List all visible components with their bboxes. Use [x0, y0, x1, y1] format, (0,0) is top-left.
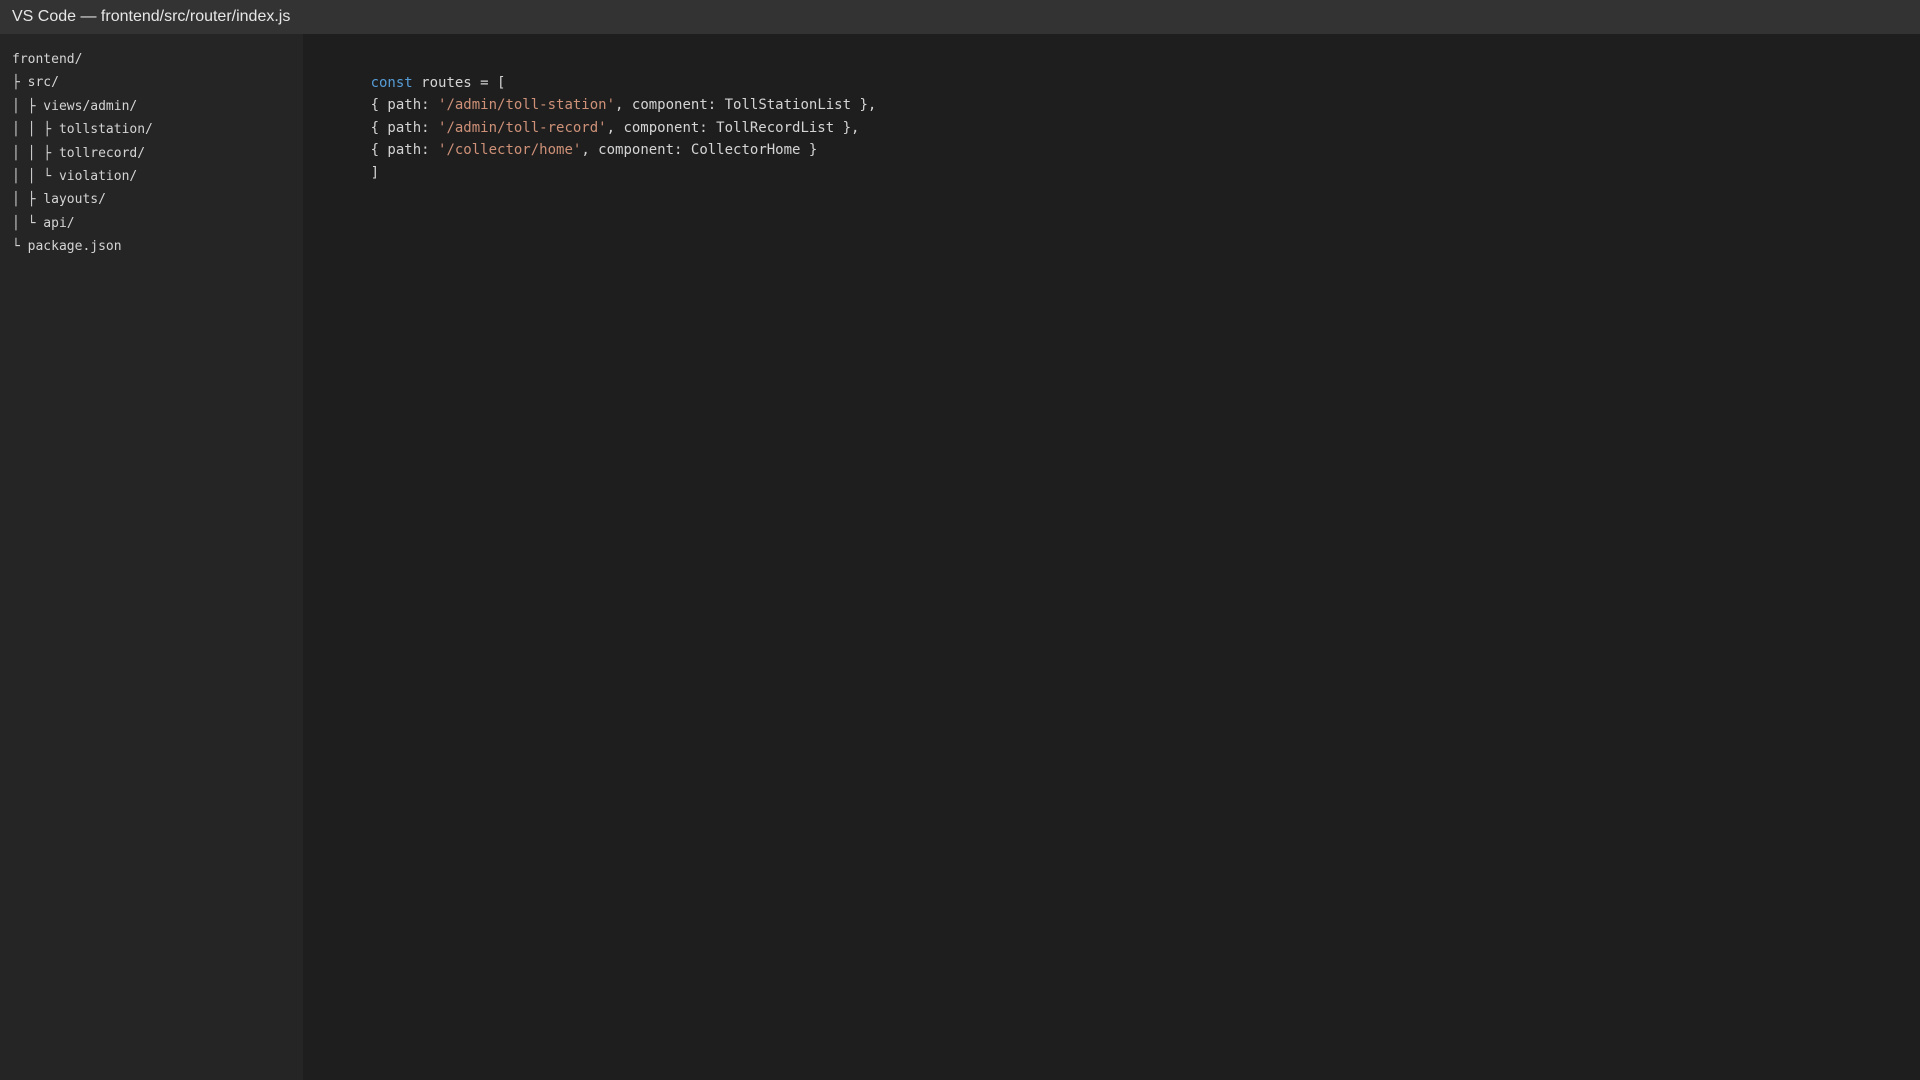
code-text: { path: — [370, 142, 439, 158]
code-text: { path: — [370, 97, 439, 113]
tree-item-api[interactable]: │ └ api/ — [12, 212, 303, 235]
tree-item-tollstation[interactable]: │ │ ├ tollstation/ — [12, 118, 303, 141]
code-editor[interactable]: const routes = [ { path: '/admin/toll-st… — [303, 34, 1920, 1080]
tree-item-tollrecord[interactable]: │ │ ├ tollrecord/ — [12, 142, 303, 165]
code-text: , component: TollStationList }, — [615, 97, 877, 113]
explorer-sidebar: frontend/ ├ src/ │ ├ views/admin/ │ │ ├ … — [0, 34, 303, 1080]
tree-item-views-admin[interactable]: │ ├ views/admin/ — [12, 95, 303, 118]
code-string: '/admin/toll-record' — [438, 119, 607, 136]
code-line-2: { path: '/admin/toll-station', component… — [320, 72, 1920, 113]
window-title: VS Code — frontend/src/router/index.js — [12, 8, 291, 25]
code-text: { path: — [370, 119, 439, 136]
code-line-1: const routes = [ — [320, 49, 1920, 91]
code-text: , component: CollectorHome } — [581, 142, 818, 158]
code-string: '/collector/home' — [438, 142, 582, 158]
code-text: ] — [370, 164, 380, 181]
tree-item-layouts[interactable]: │ ├ layouts/ — [12, 188, 303, 211]
tree-item-frontend[interactable]: frontend/ — [12, 48, 303, 71]
code-keyword: const — [370, 74, 413, 91]
tree-item-src[interactable]: ├ src/ — [12, 71, 303, 94]
code-text: routes = [ — [412, 74, 506, 91]
tree-item-package-json[interactable]: └ package.json — [12, 235, 303, 258]
tree-item-violation[interactable]: │ │ └ violation/ — [12, 165, 303, 188]
vscode-window: VS Code — frontend/src/router/index.js f… — [0, 0, 1920, 1080]
code-text: , component: TollRecordList }, — [606, 119, 860, 136]
code-string: '/admin/toll-station' — [438, 97, 616, 113]
title-bar: VS Code — frontend/src/router/index.js — [0, 0, 1920, 34]
